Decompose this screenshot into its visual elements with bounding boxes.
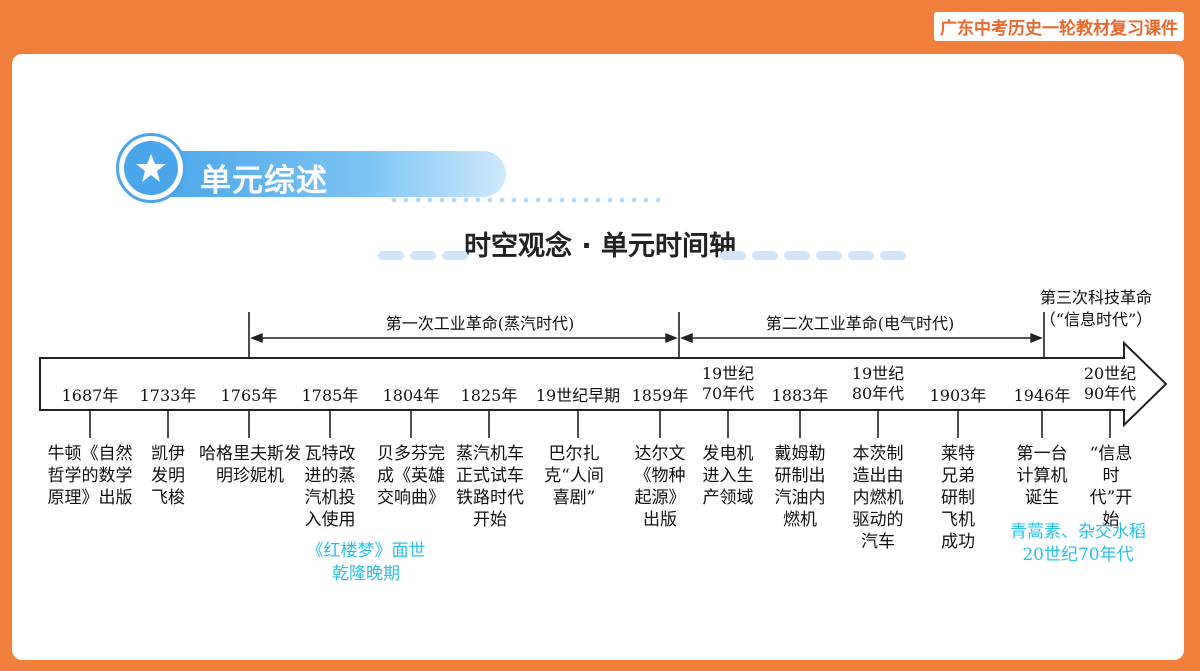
- timeline-arrow: [39, 340, 1168, 428]
- year-label: 20世纪90年代: [1083, 364, 1137, 403]
- year-label: 1946年: [1013, 386, 1071, 405]
- event-text: “信息时代”开始: [1089, 444, 1133, 530]
- year-label: 19世纪80年代: [851, 364, 905, 403]
- event-text: 莱特兄弟研制飞机成功: [941, 444, 975, 552]
- event-text: 戴姆勒研制出汽油内燃机: [774, 444, 826, 530]
- year-label: 1883年: [771, 386, 829, 405]
- cn-note-line2: 乾隆晚期: [332, 564, 400, 584]
- era-label-third-line1: 第三次科技革命: [1039, 288, 1152, 307]
- year-ticks: [89, 410, 1111, 438]
- event-text: 第一台计算机诞生: [1016, 444, 1068, 508]
- year-label: 1785年: [301, 386, 359, 405]
- event-text: 蒸汽机车正式试车铁路时代开始: [456, 444, 524, 530]
- event-text: 凯伊发明飞梭: [151, 444, 185, 508]
- year-label: 1859年: [631, 386, 689, 405]
- year-label: 1765年: [220, 386, 278, 405]
- year-label: 1733年: [139, 386, 197, 405]
- year-label: 1687年: [61, 386, 119, 405]
- event-text: 达尔文《物种起源》出版: [634, 444, 686, 530]
- year-label: 1804年: [382, 386, 440, 405]
- year-label: 1825年: [460, 386, 518, 405]
- year-label: 19世纪70年代: [701, 364, 755, 403]
- event-text: 牛顿《自然哲学的数学原理》出版: [47, 444, 133, 508]
- event-text: 贝多芬完成《英雄交响曲》: [377, 444, 445, 508]
- era-label-second: 第二次工业革命(电气时代): [765, 314, 955, 333]
- timeline-graphic: [39, 312, 1168, 438]
- year-label: 1903年: [929, 386, 987, 405]
- year-label: 19世纪早期: [535, 386, 621, 405]
- event-text: 本茨制造出由内燃机驱动的汽车: [852, 444, 904, 552]
- event-text: 哈格里夫斯发明珍妮机: [199, 444, 301, 486]
- event-text: 巴尔扎克“人间喜剧”: [544, 444, 604, 508]
- event-text: 发电机进入生产领域: [702, 444, 754, 508]
- era-label-third-line2: （“信息时代”）: [1039, 310, 1153, 329]
- cn-note-line2: 20世纪70年代: [1022, 545, 1134, 565]
- cn-note-line1: 《红楼梦》面世: [306, 541, 426, 561]
- era-spans: [250, 332, 1043, 344]
- era-label-first: 第一次工业革命(蒸汽时代): [385, 314, 575, 333]
- event-text: 瓦特改进的蒸汽机投入使用: [304, 444, 356, 530]
- cn-note-line1: 青蒿素、杂交水稻: [1010, 522, 1146, 542]
